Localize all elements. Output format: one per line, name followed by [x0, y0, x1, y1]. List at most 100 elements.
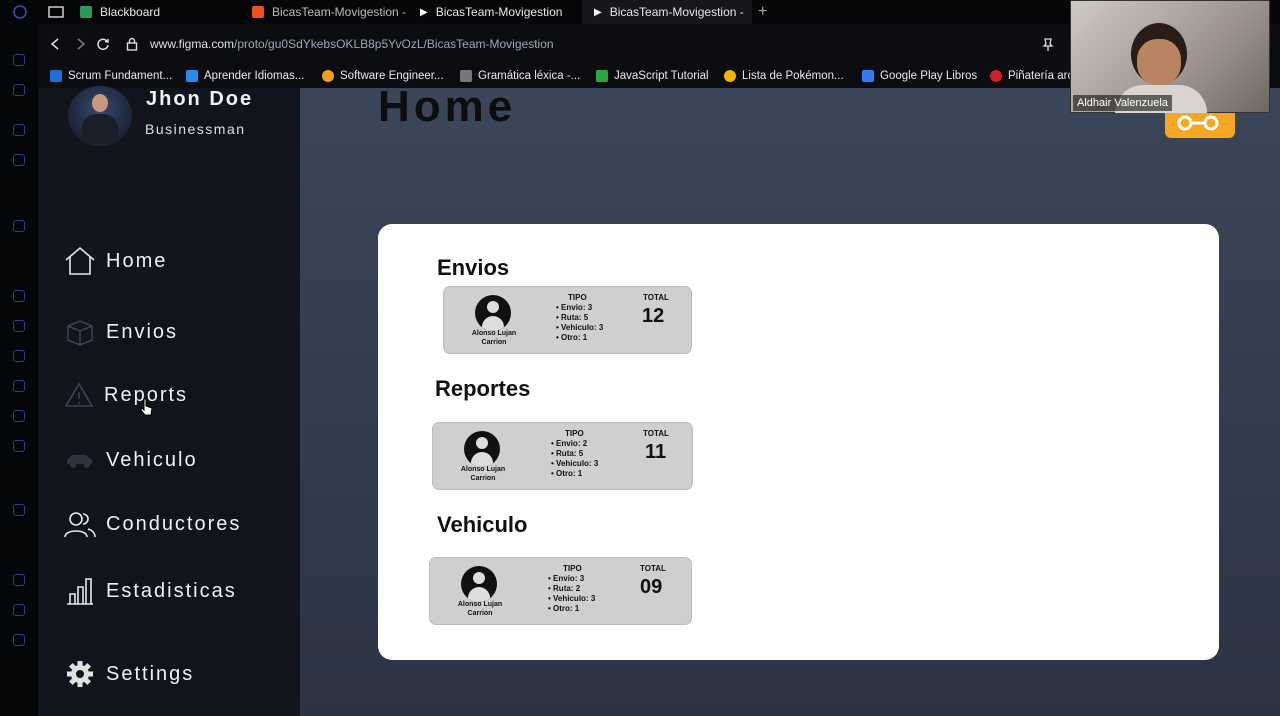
list-item: Envio: 3 — [556, 303, 603, 313]
sidebar-item-home[interactable]: Home — [64, 246, 167, 276]
person-name: Alonso Lujan Carrion — [457, 601, 503, 617]
home-icon — [65, 246, 95, 275]
window-menu-icon[interactable] — [12, 0, 28, 24]
reload-icon[interactable] — [96, 37, 110, 51]
bookmark-item[interactable]: Lista de Pokémon... — [724, 64, 844, 88]
total-header: TOTAL — [640, 564, 666, 573]
rail-app-icon[interactable] — [13, 290, 25, 302]
user-avatar-icon — [475, 295, 511, 331]
rail-app-icon[interactable] — [13, 84, 25, 96]
rail-app-icon[interactable] — [13, 320, 25, 332]
pin-icon[interactable] — [1042, 38, 1054, 52]
rail-app-icon[interactable] — [13, 410, 25, 422]
list-item: Otro: 1 — [556, 333, 603, 343]
rail-app-icon[interactable] — [13, 54, 25, 66]
logo-icon — [1177, 115, 1219, 131]
rail-app-icon[interactable] — [13, 504, 25, 516]
bookmark-icon — [724, 70, 736, 82]
warning-icon — [64, 382, 94, 407]
bookmark-icon — [990, 70, 1002, 82]
bookmark-item[interactable]: Scrum Fundament... — [50, 64, 172, 88]
new-tab-button[interactable]: + — [758, 0, 767, 24]
total-header: TOTAL — [643, 429, 669, 438]
bookmark-item[interactable]: Google Play Libros — [862, 64, 977, 88]
tab-movigestion-1[interactable]: BicasTeam-Movigestion - — [252, 0, 406, 24]
list-item: Otro: 1 — [551, 469, 598, 479]
tab-movigestion-active[interactable]: ▶ BicasTeam-Movigestion - — [582, 0, 752, 24]
list-item: Otro: 1 — [548, 604, 595, 614]
tab-movigestion-2[interactable]: ▶ BicasTeam-Movigestion — [420, 0, 562, 24]
browser-side-rail — [0, 24, 38, 716]
tab-blackboard[interactable]: Blackboard — [80, 0, 160, 24]
total-value: 12 — [642, 305, 665, 327]
app-logo — [1165, 112, 1235, 138]
tab-label: BicasTeam-Movigestion — [435, 5, 563, 19]
list-item: Ruta: 2 — [548, 584, 595, 594]
lock-icon — [126, 37, 138, 51]
profile-name: Jhon Doe — [146, 88, 254, 110]
tab-label: Blackboard — [100, 5, 161, 19]
play-icon: ▶ — [594, 6, 602, 18]
users-icon — [64, 512, 96, 538]
car-icon — [67, 455, 92, 468]
sidebar-item-vehiculo[interactable]: Vehiculo — [64, 448, 198, 472]
tipo-header: TIPO — [568, 293, 587, 302]
total-header: TOTAL — [643, 293, 669, 302]
bookmark-icon — [862, 70, 874, 82]
section-title: Vehiculo — [437, 512, 528, 537]
rail-app-icon[interactable] — [13, 604, 25, 616]
webcam-overlay[interactable]: Aldhair Valenzuela — [1070, 0, 1270, 113]
tipo-list: Envio: 3 Ruta: 2 Vehiculo: 3 Otro: 1 — [548, 574, 595, 614]
sidebar-item-label: Envios — [106, 320, 179, 343]
url-path: /proto/gu0SdYkebsOKLB8p5YvOzL/BicasTeam-… — [234, 37, 554, 51]
mouse-cursor-icon — [140, 398, 153, 416]
vehiculo-summary[interactable]: Alonso Lujan Carrion TIPO Envio: 3 Ruta:… — [429, 557, 692, 625]
envios-summary[interactable]: Alonso Lujan Carrion TIPO Envio: 3 Ruta:… — [443, 286, 692, 354]
person-name: Alonso Lujan Carrion — [471, 330, 517, 346]
sidebar-item-label: Settings — [106, 662, 195, 685]
tipo-header: TIPO — [565, 429, 584, 438]
rail-app-icon[interactable] — [13, 154, 25, 166]
sidebar-item-reports[interactable]: Reports — [64, 381, 188, 409]
section-title: Reportes — [435, 376, 531, 401]
play-icon: ▶ — [420, 6, 428, 18]
bookmark-icon — [50, 70, 62, 82]
rail-app-icon[interactable] — [13, 574, 25, 586]
list-item: Vehiculo: 3 — [548, 594, 595, 604]
rail-app-icon[interactable] — [13, 380, 25, 392]
tab-label: BicasTeam-Movigestion - — [272, 5, 407, 19]
sidebar-item-envios[interactable]: Envios — [64, 318, 178, 346]
blackboard-icon — [80, 6, 92, 18]
profile-role: Businessman — [145, 121, 246, 137]
bookmark-label: Piñatería arc — [1008, 70, 1074, 82]
tab-screen-icon[interactable] — [48, 0, 64, 24]
sidebar-item-label: Vehiculo — [106, 448, 198, 471]
bookmark-label: Lista de Pokémon... — [742, 70, 844, 82]
list-item: Ruta: 5 — [551, 449, 598, 459]
rail-app-icon[interactable] — [13, 634, 25, 646]
rail-app-icon[interactable] — [13, 440, 25, 452]
forward-icon[interactable] — [76, 38, 86, 50]
reportes-summary[interactable]: Alonso Lujan Carrion TIPO Envio: 2 Ruta:… — [432, 422, 693, 490]
total-value: 11 — [645, 441, 667, 463]
list-item: Envio: 2 — [551, 439, 598, 449]
rail-app-icon[interactable] — [13, 220, 25, 232]
participant-name: Aldhair Valenzuela — [1073, 95, 1172, 111]
rail-app-icon[interactable] — [13, 124, 25, 136]
person-name: Alonso Lujan Carrion — [460, 466, 506, 482]
user-avatar-icon — [464, 431, 500, 467]
bookmark-label: JavaScript Tutorial — [614, 70, 709, 82]
sidebar-item-settings[interactable]: Settings — [64, 660, 194, 688]
sidebar-item-conductores[interactable]: Conductores — [64, 510, 241, 538]
bookmark-item[interactable]: JavaScript Tutorial — [596, 64, 709, 88]
bookmark-item[interactable]: Piñatería arc — [990, 64, 1073, 88]
bookmark-icon — [322, 70, 334, 82]
rail-app-icon[interactable] — [13, 350, 25, 362]
sidebar-item-estadisticas[interactable]: Estadisticas — [64, 576, 237, 606]
bookmark-item[interactable]: Aprender Idiomas... — [186, 64, 304, 88]
bookmark-icon — [460, 70, 472, 82]
url-field[interactable]: www.figma.com/proto/gu0SdYkebsOKLB8p5YvO… — [150, 37, 554, 51]
box-icon — [67, 320, 93, 346]
back-icon[interactable] — [50, 38, 60, 50]
avatar — [68, 86, 132, 146]
